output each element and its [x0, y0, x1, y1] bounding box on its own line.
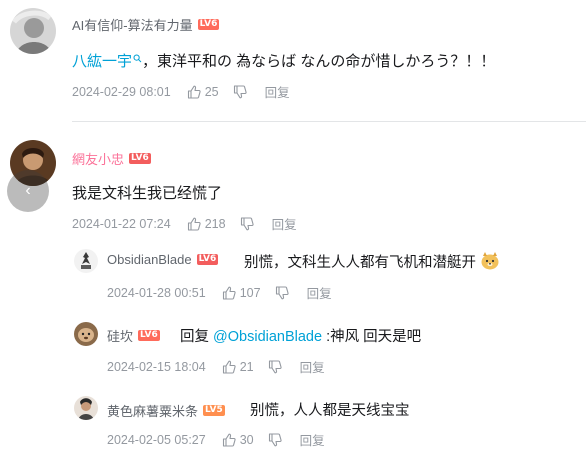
username-label[interactable]: 硅坎 [107, 326, 133, 345]
divider [72, 121, 586, 122]
dislike-button[interactable] [268, 359, 286, 374]
like-count: 107 [239, 285, 261, 300]
dislike-button[interactable] [275, 285, 293, 300]
reply-text: 别慌，文科生人人都有飞机和潜艇开 [244, 251, 500, 274]
reply-meta: 2024-02-15 18:04 21 回复 [107, 357, 325, 376]
username[interactable]: AI有信仰-算法有力量 LV6 [72, 15, 220, 34]
dislike-button[interactable] [233, 84, 251, 99]
thumb-down-icon [275, 285, 289, 300]
dislike-button[interactable] [240, 216, 258, 231]
reply-text: 回复 @ObsidianBlade :神风 回天是吧 [180, 325, 421, 346]
username-label[interactable]: 黄色麻薯粟米条 [107, 401, 198, 420]
comment-meta: 2024-02-29 08:01 25 回复 [72, 82, 290, 101]
avatar-image-icon [74, 249, 98, 273]
keyword-link[interactable]: 八紘一宇 [72, 53, 132, 70]
comment-date: 2024-01-22 07:24 [72, 216, 171, 231]
like-button[interactable]: 218 [187, 217, 226, 231]
reply-date: 2024-02-15 18:04 [107, 359, 206, 374]
thumb-up-icon [222, 433, 236, 447]
reply-meta: 2024-02-05 05:27 30 回复 [107, 430, 325, 449]
thumb-up-icon [187, 217, 201, 231]
reply-date: 2024-02-05 05:27 [107, 432, 206, 447]
like-button[interactable]: 107 [222, 286, 261, 300]
avatar-image-icon [74, 396, 98, 420]
like-count: 21 [239, 359, 254, 374]
thumb-up-icon [222, 286, 236, 300]
like-count: 25 [204, 84, 219, 99]
username[interactable]: 硅坎 LV6 [107, 326, 160, 345]
reply-text: 别慌，人人都是天线宝宝 [250, 403, 410, 419]
reply-meta: 2024-01-28 00:51 107 回复 [107, 283, 332, 302]
thumb-down-icon [233, 84, 247, 99]
level-badge: LV6 [129, 153, 151, 164]
comment-text: 我是文科生我已经慌了 [72, 185, 223, 202]
thumb-down-icon [268, 432, 282, 447]
thumb-down-icon [268, 359, 282, 374]
reply-button[interactable]: 回复 [272, 214, 297, 233]
dislike-button[interactable] [268, 432, 286, 447]
level-badge: LV6 [197, 19, 220, 30]
username[interactable]: ObsidianBlade LV6 [107, 252, 219, 267]
avatar[interactable] [74, 322, 98, 346]
reply-text-label: :神风 回天是吧 [326, 329, 422, 345]
comment-meta: 2024-01-22 07:24 218 回复 [72, 214, 297, 233]
avatar[interactable] [10, 8, 56, 54]
like-button[interactable]: 25 [187, 85, 219, 99]
like-count: 30 [239, 432, 254, 447]
comment-text-rest: ，東洋平和の 為ならば なんの命が惜しかろう？！！ [142, 53, 496, 70]
username-label[interactable]: AI有信仰-算法有力量 [72, 15, 193, 34]
avatar[interactable] [74, 249, 98, 273]
reply-date: 2024-01-28 00:51 [107, 285, 206, 300]
reply-button[interactable]: 回复 [300, 357, 325, 376]
level-badge: LV6 [138, 330, 160, 341]
like-button[interactable]: 30 [222, 433, 254, 447]
thumb-down-icon [240, 216, 254, 231]
mention-link[interactable]: @ObsidianBlade [213, 329, 322, 345]
reply-button[interactable]: 回复 [300, 430, 325, 449]
avatar-image-icon [74, 322, 98, 346]
like-count: 218 [204, 216, 226, 231]
reply-text-label: 别慌，文科生人人都有飞机和潜艇开 [244, 255, 476, 271]
reply-button[interactable]: 回复 [265, 82, 290, 101]
username-label[interactable]: ObsidianBlade [107, 252, 192, 267]
thumb-up-icon [222, 360, 236, 374]
thumb-up-icon [187, 85, 201, 99]
chevron-left-icon: ‹ [25, 182, 31, 199]
comment-date: 2024-02-29 08:01 [72, 84, 171, 99]
doge-emoji-icon [480, 252, 500, 274]
level-badge: LV5 [203, 405, 225, 416]
username-label[interactable]: 網友小忠 [72, 149, 124, 168]
reply-prefix: 回复 [180, 329, 209, 345]
search-icon[interactable] [133, 50, 142, 67]
username[interactable]: 網友小忠 LV6 [72, 149, 151, 168]
avatar-image-icon [10, 8, 56, 54]
like-button[interactable]: 21 [222, 360, 254, 374]
avatar[interactable] [74, 396, 98, 420]
username[interactable]: 黄色麻薯粟米条 LV5 [107, 401, 225, 420]
comment-text: 八紘一宇 ，東洋平和の 為ならば なんの命が惜しかろう？！！ [72, 50, 495, 71]
reply-button[interactable]: 回复 [307, 283, 332, 302]
previous-arrow-button[interactable]: ‹ [7, 170, 49, 212]
level-badge: LV6 [196, 254, 219, 265]
